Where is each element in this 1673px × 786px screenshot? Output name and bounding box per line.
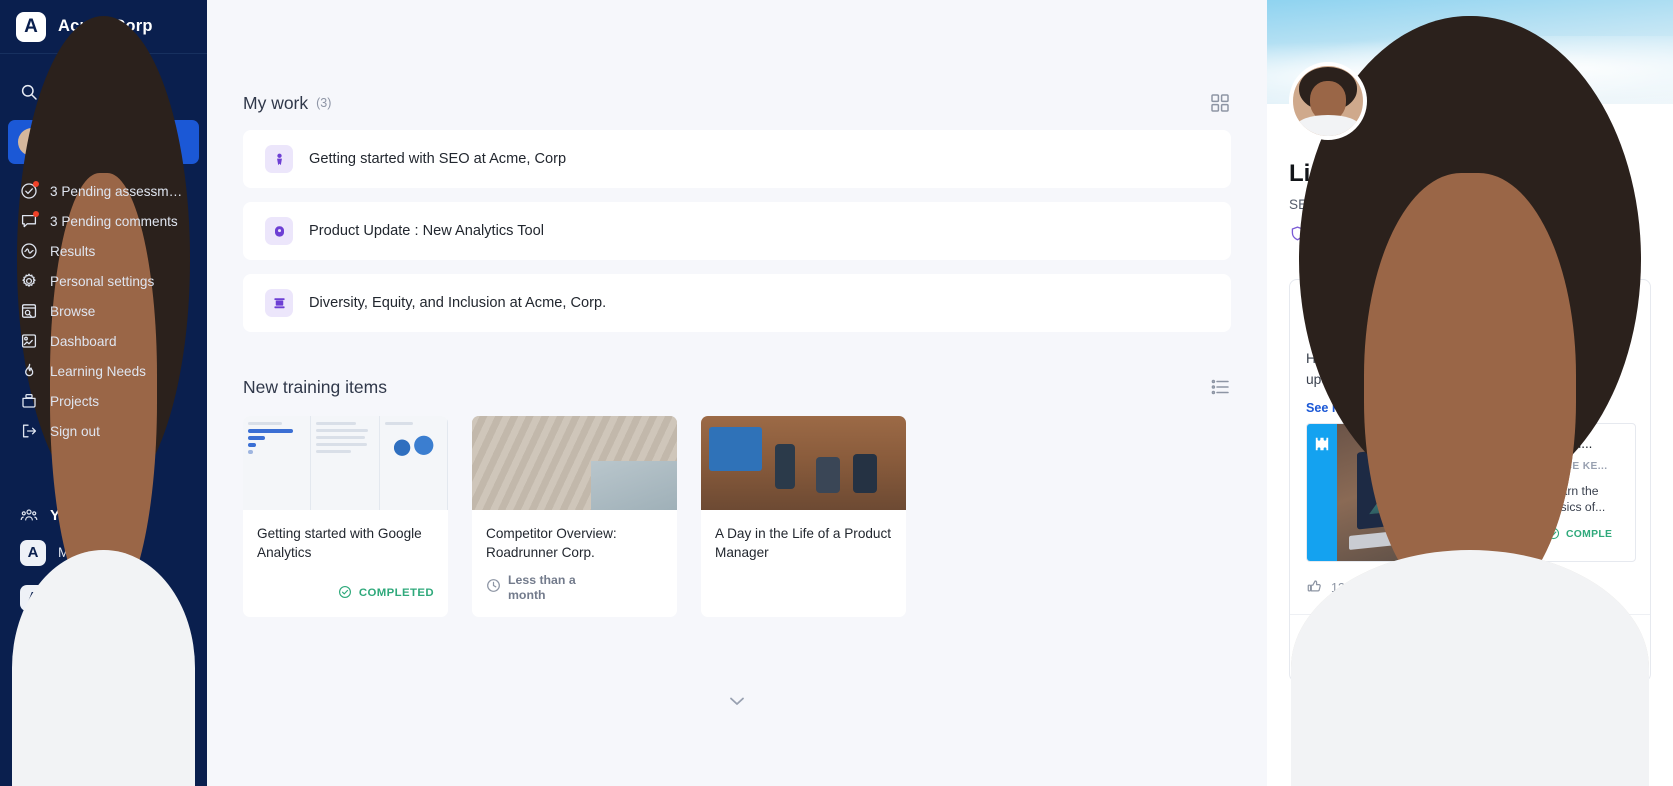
grid-view-icon[interactable] (1209, 92, 1231, 114)
show-more-chevron-icon[interactable] (207, 690, 1267, 712)
status-badge-label: COMPLETED (358, 587, 434, 600)
sidebar-item-sign-out[interactable]: Sign out (0, 416, 207, 446)
sidebar-item-label: Projects (50, 393, 100, 409)
my-work-section: My work (3) Getting started with SEO at … (207, 0, 1267, 332)
sidebar-item-label: Personal settings (50, 273, 155, 289)
training-card-body: Getting started with Google Analytics (243, 510, 448, 573)
new-training-header: New training items (207, 376, 1267, 398)
training-card-footer: Less than a month (472, 563, 677, 618)
training-card[interactable]: Competitor Overview: Roadrunner Corp. Le… (472, 416, 677, 618)
work-item-title: Product Update : New Analytics Tool (309, 223, 544, 239)
page-title: My work (243, 92, 309, 113)
due-label: Less than a month (486, 573, 582, 604)
person-badge-icon (265, 145, 293, 173)
comment-icon (20, 211, 39, 230)
sidebar-item-label: Browse (50, 303, 96, 319)
profile-avatar (1289, 62, 1367, 140)
check-circle-icon (20, 181, 39, 200)
work-item-title: Diversity, Equity, and Inclusion at Acme… (309, 295, 607, 311)
profile-panel: Linda Jacobs SEO Specialist, Acme, Corp … (1267, 0, 1673, 786)
my-work-list: Getting started with SEO at Acme, Corp P… (207, 130, 1267, 332)
new-training-title: New training items (243, 376, 387, 397)
training-card-footer: COMPLETED (243, 573, 448, 617)
sidebar-item-results[interactable]: Results (0, 236, 207, 266)
training-card-title: A Day in the Life of a Product Manager (715, 526, 892, 561)
sign-out-icon (20, 422, 38, 440)
status-badge: COMPLETED (338, 585, 434, 602)
dashboard-icon (20, 332, 38, 350)
flame-icon (20, 362, 38, 380)
presentation-icon (265, 289, 293, 317)
sidebar-user-profile[interactable]: Linda Jacobs (8, 15, 199, 786)
sidebar-item-label: 3 Pending assessme... (50, 183, 187, 199)
sidebar-item-label: Dashboard (50, 333, 117, 349)
notification-dot (33, 211, 39, 217)
monitor-icon (265, 217, 293, 245)
main-content: My work (3) Getting started with SEO at … (207, 0, 1267, 786)
sidebar-nav: 3 Pending assessme... 3 Pending comments… (0, 176, 207, 446)
training-cards: Getting started with Google Analytics CO… (207, 416, 1267, 618)
training-card[interactable]: A Day in the Life of a Product Manager (701, 416, 906, 618)
sidebar-item-label: 3 Pending comments (50, 213, 178, 229)
due-text: Less than a month (508, 572, 576, 602)
sidebar-item-learning-needs[interactable]: Learning Needs (0, 356, 207, 386)
my-work-count: (3) (316, 96, 332, 110)
training-card-footer (701, 573, 906, 617)
avatar (12, 15, 195, 786)
training-card-body: Competitor Overview: Roadrunner Corp. (472, 510, 677, 563)
wall-texture-thumbnail (472, 416, 677, 510)
training-card-title: Competitor Overview: Roadrunner Corp. (486, 526, 617, 561)
gear-icon (20, 272, 38, 290)
sidebar-item-dashboard[interactable]: Dashboard (0, 326, 207, 356)
sidebar-item-pending-assessments[interactable]: 3 Pending assessme... (0, 176, 207, 206)
answer-row (1290, 15, 1650, 786)
clock-icon (486, 578, 501, 597)
training-card-title: Getting started with Google Analytics (257, 526, 422, 561)
projects-icon (20, 392, 38, 410)
work-item-title: Getting started with SEO at Acme, Corp (309, 151, 567, 167)
pulse-icon (20, 242, 38, 260)
check-circle-icon (338, 585, 352, 602)
new-training-section: New training items Getting started with … (207, 376, 1267, 618)
training-card[interactable]: Getting started with Google Analytics CO… (243, 416, 448, 618)
work-item-row[interactable]: Getting started with SEO at Acme, Corp (243, 130, 1231, 188)
list-view-icon[interactable] (1209, 376, 1231, 398)
notification-dot (33, 181, 39, 187)
sidebar: A Acme, Corp Search Linda Jacobs 3 Pendi… (0, 0, 207, 786)
training-card-body: A Day in the Life of a Product Manager (701, 510, 906, 573)
sidebar-item-browse[interactable]: Browse (0, 296, 207, 326)
work-item-row[interactable]: Diversity, Equity, and Inclusion at Acme… (243, 274, 1231, 332)
sidebar-item-label: Learning Needs (50, 363, 146, 379)
sidebar-item-label: Sign out (50, 423, 100, 439)
work-item-row[interactable]: Product Update : New Analytics Tool (243, 202, 1231, 260)
current-user-avatar (1291, 15, 1649, 786)
sidebar-item-pending-comments[interactable]: 3 Pending comments (0, 206, 207, 236)
office-people-thumbnail (701, 416, 906, 510)
analytics-dashboard-thumbnail (243, 416, 448, 510)
sidebar-item-projects[interactable]: Projects (0, 386, 207, 416)
groups-icon (20, 506, 38, 524)
my-work-header: My work (3) (207, 92, 1267, 114)
sidebar-item-personal-settings[interactable]: Personal settings (0, 266, 207, 296)
post-card: Alice Keys ▶ Marketing ⋯ Hey everyone! B… (1289, 15, 1651, 786)
sidebar-item-label: Results (50, 243, 96, 259)
browse-icon (20, 302, 38, 320)
